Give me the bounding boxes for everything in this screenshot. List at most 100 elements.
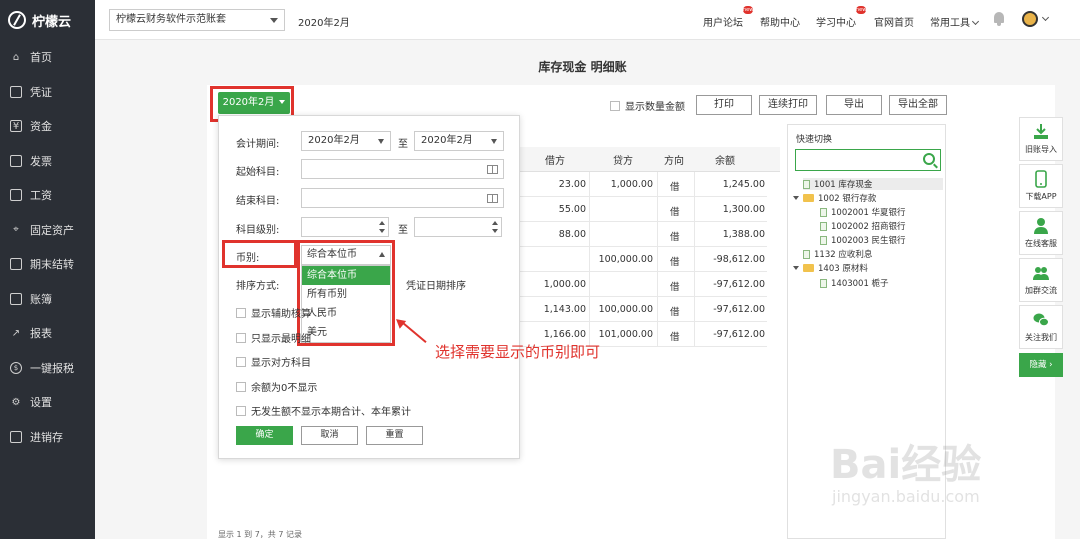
column-divider — [694, 297, 695, 322]
cell-debit: 1,143.00 — [543, 304, 586, 315]
account-select[interactable]: 柠檬云财务软件示范账套 — [109, 9, 285, 31]
checkbox[interactable] — [236, 307, 246, 318]
column-divider — [657, 247, 658, 272]
sidebar-item-inventory[interactable]: 进销存 — [0, 420, 95, 455]
tools-menu[interactable]: 常用工具 — [930, 14, 980, 29]
print-button[interactable]: 打印 — [696, 95, 752, 115]
sidebar-item-reports[interactable]: ↗ 报表 — [0, 316, 95, 351]
table-row[interactable]: 55.00 借 1,300.00 — [520, 197, 767, 222]
reset-button[interactable]: 重置 — [366, 426, 423, 445]
quick-search-input[interactable] — [795, 149, 941, 171]
download-app-button[interactable]: 下载APP — [1019, 164, 1063, 208]
link-official-site[interactable]: 官网首页 — [874, 14, 914, 29]
bell-icon[interactable] — [994, 12, 1004, 26]
table-row[interactable]: 88.00 借 1,388.00 — [520, 222, 767, 247]
stepper-up-icon[interactable] — [379, 221, 385, 225]
import-old-books-button[interactable]: 旧账导入 — [1019, 117, 1063, 161]
period-filter-button[interactable]: 2020年2月 — [218, 92, 290, 114]
table-row[interactable]: 1,000.00 借 -97,612.00 — [520, 272, 767, 297]
tree-node[interactable]: 1002 银行存款 — [793, 192, 876, 204]
tree-node[interactable]: 1403 原材料 — [793, 262, 868, 274]
column-divider — [589, 297, 590, 322]
batch-print-button[interactable]: 连续打印 — [759, 95, 817, 115]
sidebar-item-period-close[interactable]: 期末结转 — [0, 247, 95, 282]
check-show-aux[interactable]: 显示辅助核算 — [236, 305, 311, 320]
grid-picker-icon[interactable] — [487, 165, 498, 174]
tree-node[interactable]: 1001 库存现金 — [803, 178, 943, 190]
col-direction: 方向 — [664, 156, 684, 167]
tree-node-label: 1132 应收利息 — [814, 250, 873, 260]
sidebar-item-settings[interactable]: ⚙ 设置 — [0, 385, 95, 420]
sort-by-voucher-date[interactable]: 凭证日期排序 — [406, 277, 466, 292]
check-hide-no-activity[interactable]: 无发生额不显示本期合计、本年累计 — [236, 403, 411, 418]
caret-down-icon[interactable] — [793, 196, 799, 200]
table-row[interactable]: 100,000.00 借 -98,612.00 — [520, 247, 767, 272]
stepper-down-icon[interactable] — [492, 229, 498, 233]
table-row[interactable]: 23.00 1,000.00 借 1,245.00 — [520, 172, 767, 197]
period-to-select[interactable]: 2020年2月 — [414, 131, 504, 151]
to-label: 至 — [398, 139, 408, 150]
export-all-button[interactable]: 导出全部 — [889, 95, 947, 115]
sidebar-item-ledger[interactable]: 账簿 — [0, 282, 95, 317]
link-learning-center[interactable]: 学习中心 new — [816, 6, 866, 29]
checkbox[interactable] — [610, 100, 620, 111]
tree-node[interactable]: 1132 应收利息 — [803, 248, 872, 260]
checkbox[interactable] — [236, 405, 246, 416]
check-counter-subject[interactable]: 显示对方科目 — [236, 354, 311, 369]
calendar-icon — [10, 258, 22, 271]
table-row[interactable]: 1,143.00 100,000.00 借 -97,612.00 — [520, 297, 767, 322]
currency-option-all[interactable]: 所有币别 — [302, 285, 390, 304]
export-button[interactable]: 导出 — [826, 95, 882, 115]
app-logo[interactable]: 柠檬云 — [0, 0, 95, 40]
checkbox[interactable] — [236, 381, 246, 392]
currency-option-usd[interactable]: 美元 — [302, 323, 390, 342]
currency-select[interactable]: 综合本位币 — [301, 245, 391, 265]
sidebar-item-fixed-assets[interactable]: ⌖ 固定资产 — [0, 213, 95, 248]
cell-balance: -97,612.00 — [713, 329, 765, 340]
caret-down-icon[interactable] — [793, 266, 799, 270]
follow-us-button[interactable]: 关注我们 — [1019, 305, 1063, 349]
level-to-stepper[interactable] — [414, 217, 502, 237]
hide-sidetools-button[interactable]: 隐藏 › — [1019, 353, 1063, 377]
sort-label: 排序方式: — [236, 281, 280, 292]
sidebar-item-tax[interactable]: $ 一键报税 — [0, 351, 95, 386]
checkbox[interactable] — [236, 356, 246, 367]
end-subject-input[interactable] — [301, 188, 504, 208]
chevron-down-icon[interactable] — [1041, 13, 1050, 22]
tree-node[interactable]: 1002003 民生银行 — [820, 234, 906, 246]
tree-node[interactable]: 1002002 招商银行 — [820, 220, 906, 232]
currency-option-base[interactable]: 综合本位币 — [302, 266, 390, 285]
sidebar-item-invoice[interactable]: 发票 — [0, 144, 95, 179]
tree-node[interactable]: 1002001 华夏银行 — [820, 206, 906, 218]
stepper-down-icon[interactable] — [379, 229, 385, 233]
annotation-text: 选择需要显示的币别即可 — [435, 343, 601, 361]
currency-option-rmb[interactable]: 人民币 — [302, 304, 390, 323]
link-user-forum[interactable]: 用户论坛 new — [703, 6, 753, 29]
link-help-center[interactable]: 帮助中心 — [760, 14, 800, 29]
salary-icon — [10, 189, 22, 202]
check-most-detail[interactable]: 只显示最明细 — [236, 330, 311, 345]
checkbox[interactable] — [236, 332, 246, 343]
check-hide-zero-balance[interactable]: 余额为0不显示 — [236, 379, 317, 394]
search-icon[interactable] — [923, 153, 935, 165]
sidebar-item-salary[interactable]: 工资 — [0, 178, 95, 213]
join-group-button[interactable]: 加群交流 — [1019, 258, 1063, 302]
sidebar-item-voucher[interactable]: 凭证 — [0, 75, 95, 110]
inventory-icon — [10, 430, 22, 443]
tree-node-label: 1002003 民生银行 — [831, 236, 906, 246]
stepper-up-icon[interactable] — [492, 221, 498, 225]
download-icon — [1034, 124, 1048, 139]
start-subject-input[interactable] — [301, 159, 504, 179]
online-support-button[interactable]: 在线客服 — [1019, 211, 1063, 255]
period-from-select[interactable]: 2020年2月 — [301, 131, 391, 151]
sidebar-item-funds[interactable]: ¥ 资金 — [0, 109, 95, 144]
cell-balance: 1,245.00 — [722, 179, 765, 190]
show-quantity-checkbox[interactable]: 显示数量金额 — [610, 98, 685, 113]
confirm-button[interactable]: 确定 — [236, 426, 293, 445]
sidebar-item-home[interactable]: ⌂ 首页 — [0, 40, 95, 75]
cancel-button[interactable]: 取消 — [301, 426, 358, 445]
avatar[interactable] — [1022, 11, 1038, 27]
grid-picker-icon[interactable] — [487, 194, 498, 203]
level-from-stepper[interactable] — [301, 217, 389, 237]
tree-node[interactable]: 1403001 栀子 — [820, 277, 889, 289]
